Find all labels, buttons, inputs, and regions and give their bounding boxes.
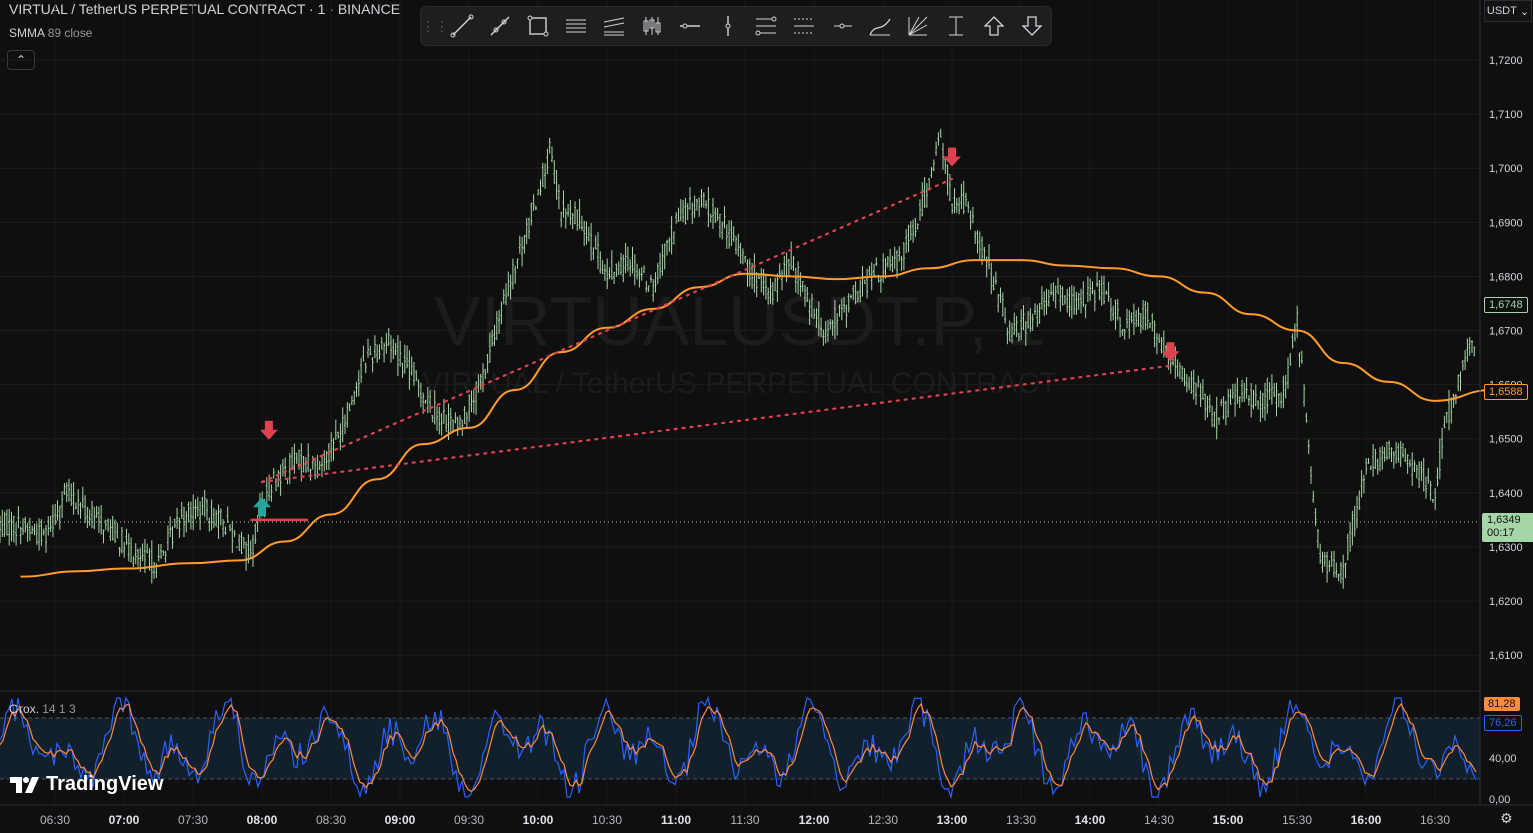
time-tick: 10:00 [523, 813, 554, 827]
time-tick: 15:00 [1213, 813, 1244, 827]
price-range-tool[interactable] [937, 7, 975, 45]
time-tick: 16:00 [1351, 813, 1382, 827]
arrow-up-tool[interactable] [975, 7, 1013, 45]
stochastic-pane [0, 696, 1480, 800]
time-tick: 09:00 [385, 813, 416, 827]
fib-retracement-tool[interactable] [747, 7, 785, 45]
time-tick: 11:30 [730, 813, 759, 827]
stoch-params: 14 1 3 [42, 702, 76, 716]
time-tick: 08:00 [247, 813, 278, 827]
horizontal-ray-icon [834, 23, 852, 29]
price-range-icon [949, 16, 963, 36]
drawing-toolbar[interactable]: ⋮⋮ [420, 6, 1052, 46]
stoch-axis-tick: 0,00 [1489, 794, 1510, 806]
price-tick: 1,6800 [1489, 271, 1523, 283]
time-tick: 07:30 [178, 813, 208, 827]
regression-trend-tool[interactable] [595, 7, 633, 45]
horizontal-line-icon [680, 23, 700, 29]
stoch-legend[interactable]: Стох. 14 1 3 [9, 702, 76, 716]
tradingview-logo[interactable]: TradingView [10, 773, 163, 796]
stoch-name: Стох. [9, 702, 39, 716]
time-tick: 09:30 [454, 813, 484, 827]
last-price-value: 1,6349 [1487, 514, 1521, 526]
chart-canvas[interactable]: VIRTUALUSDT.P, 1 VIRTUAL / TetherUS PERP… [0, 0, 1533, 833]
trend-line-icon [450, 14, 474, 38]
time-axis: 06:30 07:00 07:30 08:00 08:30 09:00 09:30 10:00… [0, 0, 1533, 827]
tradingview-logo-icon [10, 776, 39, 793]
price-tick: 1,6700 [1489, 326, 1523, 338]
arrow-up-marker [253, 497, 271, 517]
stoch-d-tag: 81,28 [1484, 697, 1520, 711]
time-tick: 12:00 [799, 813, 830, 827]
arrow-down-icon [1021, 16, 1043, 36]
time-tick: 06:30 [40, 813, 70, 827]
settings-icon[interactable]: ⚙ [1500, 810, 1513, 827]
vertical-line-icon [725, 16, 731, 36]
horizontal-line-tool[interactable] [671, 7, 709, 45]
symbol-watermark: VIRTUALUSDT.P, 1 VIRTUAL / TetherUS PERP… [422, 282, 1057, 400]
rectangle-tool[interactable] [519, 7, 557, 45]
ray-tool[interactable] [481, 7, 519, 45]
rectangle-icon [527, 15, 549, 37]
long-short-tool[interactable] [633, 7, 671, 45]
tradingview-logo-text: TradingView [46, 773, 164, 795]
price-tick: 1,6200 [1489, 596, 1523, 608]
price-tag-smma: 1,6588 [1484, 384, 1528, 400]
time-tick: 12:30 [868, 813, 898, 827]
ray-icon [490, 16, 510, 36]
parallel-channel-tool[interactable] [557, 7, 595, 45]
time-tick: 16:30 [1420, 813, 1450, 827]
time-tick: 14:00 [1075, 813, 1106, 827]
price-tick: 1,6300 [1489, 542, 1523, 554]
price-axis: 1,72001,71001,70001,69001,68001,67001,66… [1489, 55, 1523, 806]
price-tag-upper: 1,6748 [1484, 297, 1528, 313]
watermark-ticker: VIRTUALUSDT.P, 1 [434, 282, 1046, 360]
fib-fan-icon [908, 16, 928, 36]
price-tick: 1,7100 [1489, 109, 1523, 121]
fib-extension-icon [794, 18, 814, 34]
horizontal-ray-tool[interactable] [823, 7, 861, 45]
stoch-k-tag: 76,26 [1484, 715, 1522, 731]
fib-fan-tool[interactable] [899, 7, 937, 45]
arrow-down-tool[interactable] [1013, 7, 1051, 45]
pitchfork-tool[interactable] [861, 7, 899, 45]
price-tick: 1,7000 [1489, 163, 1523, 175]
time-tick: 08:30 [316, 813, 346, 827]
drag-handle-icon[interactable]: ⋮⋮ [421, 18, 449, 35]
price-tick: 1,6400 [1489, 488, 1523, 500]
last-price-tag: 1,6349 00:17 [1482, 513, 1533, 542]
stoch-axis-tick: 40,00 [1489, 753, 1517, 765]
time-tick: 15:30 [1282, 813, 1312, 827]
arrow-down-marker [259, 420, 278, 440]
price-tick: 1,6500 [1489, 434, 1523, 446]
time-tick: 13:30 [1006, 813, 1036, 827]
time-tick: 14:30 [1144, 813, 1174, 827]
time-tick: 07:00 [109, 813, 140, 827]
regression-trend-icon [603, 17, 625, 36]
candles-icon [643, 17, 661, 35]
price-tick: 1,7200 [1489, 55, 1523, 67]
fib-retracement-icon [755, 16, 777, 36]
price-tick: 1,6100 [1489, 650, 1523, 662]
time-tick: 13:00 [937, 813, 968, 827]
bar-countdown: 00:17 [1487, 527, 1515, 539]
fib-extension-tool[interactable] [785, 7, 823, 45]
pitchfork-icon [869, 18, 891, 36]
price-tick: 1,6900 [1489, 217, 1523, 229]
arrow-up-icon [983, 16, 1005, 36]
time-tick: 11:00 [661, 813, 691, 827]
watermark-name: VIRTUAL / TetherUS PERPETUAL CONTRACT [422, 367, 1057, 400]
parallel-channel-icon [566, 19, 586, 33]
time-tick: 10:30 [592, 813, 622, 827]
trend-line-tool[interactable] [443, 7, 481, 45]
vertical-line-tool[interactable] [709, 7, 747, 45]
